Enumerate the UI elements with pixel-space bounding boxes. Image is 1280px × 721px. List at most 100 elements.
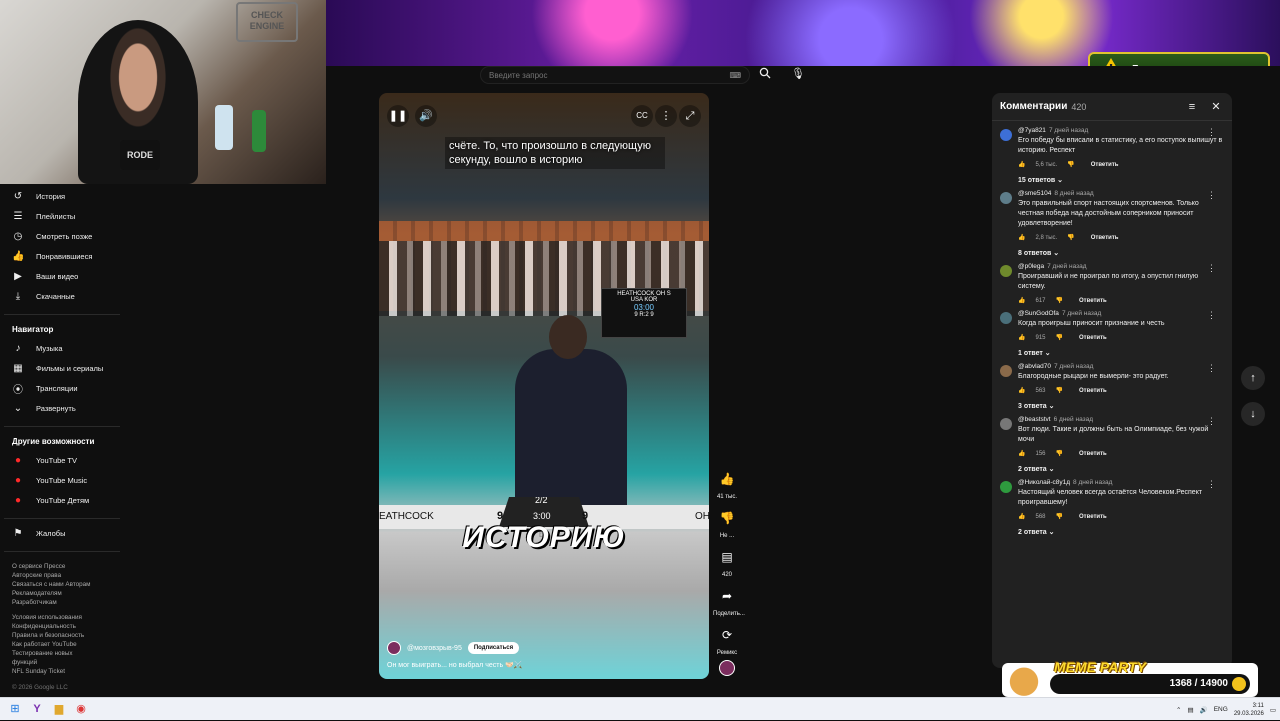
channel-audio-button[interactable] [713,660,741,676]
network-icon[interactable]: ▤ [1187,706,1193,714]
yandex-browser-icon[interactable]: Y [26,698,48,720]
sidebar-item-youtube-tv[interactable]: ● YouTube TV [0,450,124,470]
footer-link[interactable]: Как работает YouTube [12,640,112,649]
more-options-icon[interactable]: ⋮ [1207,416,1216,427]
comment-author[interactable]: @sme5104 [1018,190,1051,197]
chrome-icon[interactable]: ◉ [70,698,92,720]
comment-author[interactable]: @7ya821 [1018,127,1046,134]
footer-link[interactable]: Связаться с нами Авторам [12,580,112,589]
subscribe-button[interactable]: Подписаться [467,642,520,654]
sidebar-item-liked[interactable]: 👍 Понравившиеся [0,246,124,266]
avatar[interactable] [1000,192,1012,204]
replies-toggle[interactable]: 8 ответов ⌄ [992,241,1232,257]
footer-link[interactable]: Рекламодателям [12,589,112,598]
search-box[interactable]: ⌨ [480,66,750,84]
sidebar-item-youtube-kids[interactable]: ● YouTube Детям [0,490,124,510]
notifications-icon[interactable]: ▭ [1270,706,1276,714]
windows-start-icon[interactable]: ⊞ [4,698,26,720]
thumbs-up-icon[interactable]: 👍 [1018,161,1025,168]
replies-toggle[interactable]: 1 ответ ⌄ [992,341,1232,357]
sidebar-item-your-videos[interactable]: ▶ Ваши видео [0,266,124,286]
sidebar-item-downloads[interactable]: ⤓ Скачанные [0,286,124,306]
chevron-up-icon[interactable]: ⌃ [1176,706,1181,714]
comment-author[interactable]: @Николай-с8у1д [1018,479,1070,486]
more-options-icon[interactable]: ⋮ [1207,263,1216,274]
thumbs-down-icon[interactable]: 👎 [1067,234,1074,241]
replies-toggle[interactable]: 2 ответа ⌄ [992,457,1232,473]
replies-toggle[interactable]: 2 ответа ⌄ [992,520,1232,536]
comment-author[interactable]: @p0lega [1018,263,1044,270]
thumbs-up-icon[interactable]: 👍 [1018,334,1025,341]
comment-author[interactable]: @beaststvt [1018,416,1051,423]
footer-link[interactable]: функций [12,658,112,667]
volume-icon[interactable]: 🔊 [415,105,437,127]
search-input[interactable] [489,70,730,80]
remix-button[interactable]: ⟳ Ремикс [713,622,741,656]
replies-toggle[interactable]: 3 ответа ⌄ [992,394,1232,410]
more-options-icon[interactable]: ⋮ [1207,479,1216,490]
footer-link[interactable]: О сервисе Прессе [12,562,112,571]
reply-button[interactable]: Ответить [1091,162,1119,168]
sort-icon[interactable]: ≡ [1184,101,1200,113]
thumbs-up-icon[interactable]: 👍 [1018,513,1025,520]
clock[interactable]: 3:11 29.03.2026 [1234,702,1264,718]
more-options-icon[interactable]: ⋮ [1207,363,1216,374]
thumbs-down-icon[interactable]: 👎 [1056,297,1063,304]
sidebar-item-report[interactable]: ⚑ Жалобы [0,523,124,543]
language-indicator[interactable]: ENG [1214,706,1228,713]
sidebar-item-history[interactable]: ↺ История [0,186,124,206]
shorts-player[interactable]: HEATHCOCK OH S USA KOR 03:00 9 R:2 9 счё… [379,93,709,679]
thumbs-up-icon[interactable]: 👍 [1018,387,1025,394]
previous-video-button[interactable]: ↑ [1241,366,1265,390]
thumbs-down-icon[interactable]: 👎 [1056,513,1063,520]
reply-button[interactable]: Ответить [1079,514,1107,520]
search-icon[interactable] [757,67,773,83]
more-options-icon[interactable]: ⋮ [655,105,677,127]
sidebar-item-music[interactable]: ♪ Музыка [0,338,124,358]
next-video-button[interactable]: ↓ [1241,402,1265,426]
thumbs-down-icon[interactable]: 👎 [1056,387,1063,394]
reply-button[interactable]: Ответить [1079,451,1107,457]
volume-icon[interactable]: 🔊 [1200,706,1208,714]
thumbs-down-icon[interactable]: 👎 [1056,334,1063,341]
pause-icon[interactable]: ❚❚ [387,105,409,127]
channel-avatar[interactable] [387,641,401,655]
file-explorer-icon[interactable]: ▆ [48,698,70,720]
footer-link[interactable]: Авторские права [12,571,112,580]
channel-name[interactable]: @мозговзрыв-95 [407,645,462,652]
reply-button[interactable]: Ответить [1091,235,1119,241]
thumbs-up-icon[interactable]: 👍 [1018,297,1025,304]
reply-button[interactable]: Ответить [1079,388,1107,394]
avatar[interactable] [1000,265,1012,277]
more-options-icon[interactable]: ⋮ [1207,190,1216,201]
reply-button[interactable]: Ответить [1079,298,1107,304]
footer-link[interactable]: Разработчикам [12,598,112,607]
sidebar-item-watch-later[interactable]: ◷ Смотреть позже [0,226,124,246]
footer-link[interactable]: Правила и безопасность [12,631,112,640]
thumbs-down-icon[interactable]: 👎 [1056,450,1063,457]
close-icon[interactable]: ✕ [1208,100,1224,113]
sidebar-item-live[interactable]: ⦿ Трансляции [0,378,124,398]
footer-link[interactable]: NFL Sunday Ticket [12,667,112,676]
footer-link[interactable]: Условия использования [12,613,112,622]
comments-button[interactable]: ▤ 420 [713,544,741,578]
comment-author[interactable]: @SunGodOfa [1018,310,1059,317]
avatar[interactable] [1000,365,1012,377]
thumbs-up-icon[interactable]: 👍 [1018,450,1025,457]
avatar[interactable] [1000,418,1012,430]
microphone-icon[interactable]: 🎙 [790,66,806,82]
video-description[interactable]: Он мог выиграть... но выбрал честь 🤝🏻⚔️ [387,661,523,669]
more-options-icon[interactable]: ⋮ [1207,127,1216,138]
reply-button[interactable]: Ответить [1079,335,1107,341]
more-options-icon[interactable]: ⋮ [1207,310,1216,321]
captions-icon[interactable]: CC [631,105,653,127]
sidebar-item-expand[interactable]: ⌄ Развернуть [0,398,124,418]
avatar[interactable] [1000,129,1012,141]
share-button[interactable]: ➦ Поделить... [713,583,745,617]
fullscreen-icon[interactable]: ⤢ [679,105,701,127]
thumbs-down-icon[interactable]: 👎 [1067,161,1074,168]
sidebar-item-movies[interactable]: ▦ Фильмы и сериалы [0,358,124,378]
thumbs-up-icon[interactable]: 👍 [1018,234,1025,241]
keyboard-icon[interactable]: ⌨ [729,71,741,80]
dislike-button[interactable]: 👎 Не ... [713,505,741,539]
